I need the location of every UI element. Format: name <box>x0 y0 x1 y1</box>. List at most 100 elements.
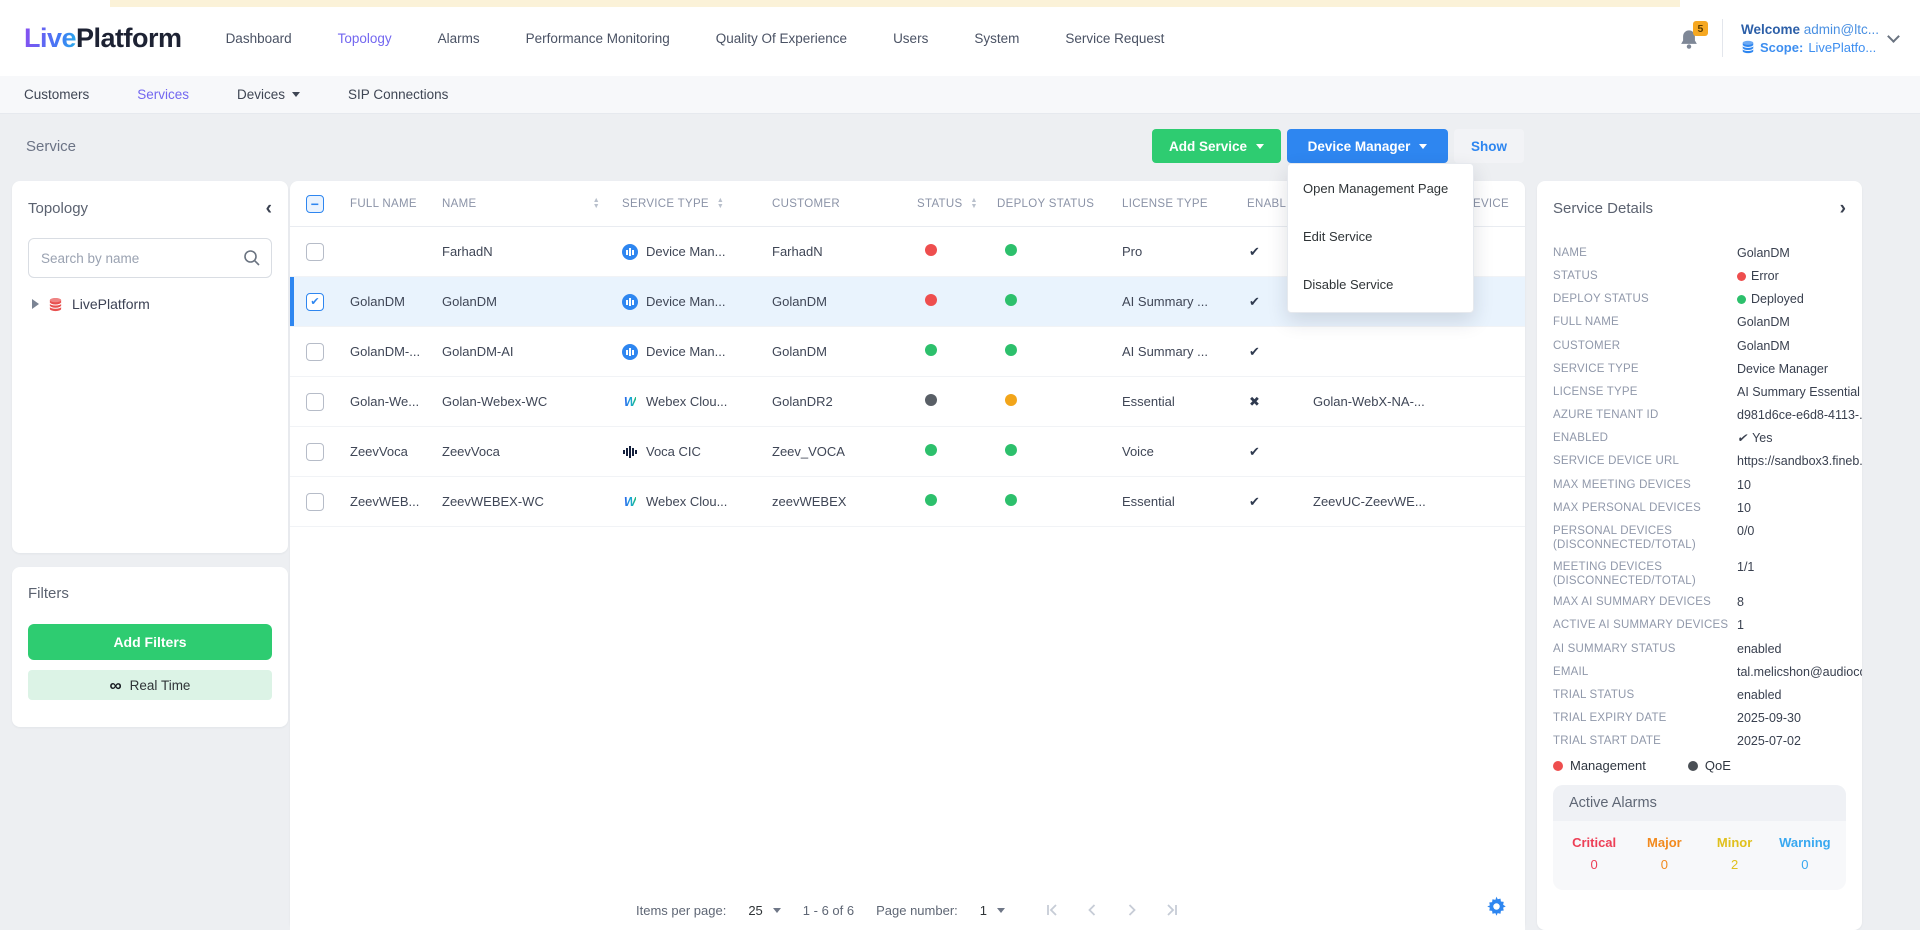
field-value: 8 <box>1737 593 1744 611</box>
details-field-row: SERVICE TYPE Device Manager <box>1553 360 1846 378</box>
field-value: 10 <box>1737 499 1751 517</box>
infinity-icon: ∞ <box>110 677 122 694</box>
column-status[interactable]: STATUS▲▼ <box>917 198 997 210</box>
row-checkbox[interactable] <box>306 343 324 361</box>
column-service-type[interactable]: SERVICE TYPE▲▼ <box>622 198 772 210</box>
field-value: enabled <box>1737 640 1782 658</box>
details-field-row: AI SUMMARY STATUS enabled <box>1553 640 1846 658</box>
add-filters-button[interactable]: Add Filters <box>28 624 272 660</box>
enabled-icon <box>1247 344 1260 359</box>
search-input[interactable] <box>28 238 272 278</box>
previous-page-icon[interactable] <box>1085 903 1099 917</box>
field-label: ENABLED <box>1553 429 1737 447</box>
sort-arrows-icon[interactable]: ▲▼ <box>970 198 977 210</box>
user-menu[interactable]: Welcome admin@ltc... Scope: LivePlatfo..… <box>1741 22 1898 55</box>
nav-item[interactable]: Dashboard <box>226 31 292 46</box>
page-number-label: Page number: <box>876 903 958 918</box>
cell-license-type: Essential <box>1122 394 1247 409</box>
scope-label: Scope: <box>1760 40 1803 55</box>
dropdown-menu-item[interactable]: Edit Service <box>1288 212 1473 260</box>
cell-name: FarhadN <box>442 244 622 259</box>
nav-item[interactable]: Alarms <box>438 31 480 46</box>
dropdown-menu-item[interactable]: Open Management Page <box>1288 164 1473 212</box>
field-value: GolanDM <box>1737 244 1790 262</box>
table-row[interactable]: ZeevVoca ZeevVoca Voca CIC Zeev_VOCA Voi… <box>290 427 1525 477</box>
tree-node-liveplatform[interactable]: LivePlatform <box>28 296 272 312</box>
nav-item[interactable]: Quality Of Experience <box>716 31 847 46</box>
alarm-counter[interactable]: Critical 0 <box>1559 835 1629 872</box>
column-name[interactable]: NAME▲▼ <box>442 198 622 210</box>
show-button[interactable]: Show <box>1454 129 1524 163</box>
enabled-icon <box>1247 294 1260 309</box>
nav-item[interactable]: Service Request <box>1065 31 1164 46</box>
row-checkbox[interactable] <box>306 443 324 461</box>
add-service-button[interactable]: Add Service <box>1152 129 1281 163</box>
field-label: AZURE TENANT ID <box>1553 406 1737 424</box>
service-type-icon <box>622 244 638 260</box>
app-logo[interactable]: LivePlatform <box>24 23 182 54</box>
alarm-counter[interactable]: Major 0 <box>1629 835 1699 872</box>
filters-panel-title: Filters <box>28 585 69 602</box>
alarm-severity-label: Minor <box>1700 835 1770 850</box>
legend-item[interactable]: Management <box>1553 758 1646 773</box>
field-value: 1 <box>1737 616 1744 634</box>
status-dot <box>925 444 937 456</box>
enabled-icon <box>1247 394 1260 409</box>
dropdown-menu-item[interactable]: Disable Service <box>1288 260 1473 308</box>
table-row[interactable]: ZeevWEB... ZeevWEBEX-WC Webex Clou... ze… <box>290 477 1525 527</box>
tree-expand-icon[interactable] <box>32 299 39 309</box>
field-label: TRIAL STATUS <box>1553 686 1737 704</box>
cell-license-type: Voice <box>1122 444 1247 459</box>
settings-gear-icon[interactable] <box>1486 896 1507 920</box>
sort-arrows-icon[interactable]: ▲▼ <box>593 198 600 210</box>
nav-item[interactable]: Topology <box>338 31 392 46</box>
alarm-counter[interactable]: Warning 0 <box>1770 835 1840 872</box>
field-label: NAME <box>1553 244 1737 262</box>
alarm-counter[interactable]: Minor 2 <box>1700 835 1770 872</box>
items-per-page-select[interactable]: 25 <box>748 903 780 918</box>
items-per-page-label: Items per page: <box>636 903 726 918</box>
next-page-icon[interactable] <box>1125 903 1139 917</box>
nav-item[interactable]: System <box>974 31 1019 46</box>
field-value: enabled <box>1737 686 1782 704</box>
page-number-select[interactable]: 1 <box>980 903 1005 918</box>
legend-dot <box>1553 761 1563 771</box>
browser-notice-strip <box>110 0 1680 7</box>
collapse-left-icon[interactable]: ‹ <box>266 199 272 218</box>
subnav-item[interactable]: Devices <box>237 87 300 102</box>
nav-item[interactable]: Performance Monitoring <box>526 31 670 46</box>
details-panel-title: Service Details <box>1553 200 1653 217</box>
sort-arrows-icon[interactable]: ▲▼ <box>717 198 724 210</box>
legend-item[interactable]: QoE <box>1688 758 1731 773</box>
details-field-row: MAX PERSONAL DEVICES 10 <box>1553 499 1846 517</box>
row-checkbox[interactable] <box>306 243 324 261</box>
real-time-button[interactable]: ∞ Real Time <box>28 670 272 700</box>
subnav-item[interactable]: Services <box>137 87 189 102</box>
device-manager-button[interactable]: Device Manager <box>1287 129 1448 163</box>
table-row[interactable]: GolanDM-... GolanDM-AI Device Man... Gol… <box>290 327 1525 377</box>
cell-name: Golan-Webex-WC <box>442 394 622 409</box>
column-deploy-status: DEPLOY STATUS <box>997 198 1122 210</box>
row-checkbox[interactable] <box>306 393 324 411</box>
notifications-bell[interactable]: 5 <box>1678 23 1704 53</box>
cell-full-name: ZeevVoca <box>350 444 442 459</box>
service-type-icon <box>622 294 638 310</box>
details-field-row: DEPLOY STATUS Deployed <box>1553 290 1846 308</box>
subnav-item[interactable]: Customers <box>24 87 89 102</box>
last-page-icon[interactable] <box>1165 903 1179 917</box>
select-all-checkbox[interactable] <box>306 195 324 213</box>
row-checkbox[interactable] <box>306 493 324 511</box>
first-page-icon[interactable] <box>1045 903 1059 917</box>
field-value: Device Manager <box>1737 360 1828 378</box>
nav-item[interactable]: Users <box>893 31 928 46</box>
collapse-right-icon[interactable]: › <box>1840 199 1846 218</box>
row-checkbox[interactable] <box>306 293 324 311</box>
chevron-down-icon[interactable] <box>1887 30 1900 43</box>
tenant-database-icon <box>48 297 63 312</box>
field-label: STATUS <box>1553 267 1737 285</box>
field-value: GolanDM <box>1737 337 1790 355</box>
subnav-item[interactable]: SIP Connections <box>348 87 448 102</box>
chevron-down-icon <box>773 908 781 913</box>
column-license-type: LICENSE TYPE <box>1122 198 1247 210</box>
table-row[interactable]: Golan-We... Golan-Webex-WC Webex Clou...… <box>290 377 1525 427</box>
